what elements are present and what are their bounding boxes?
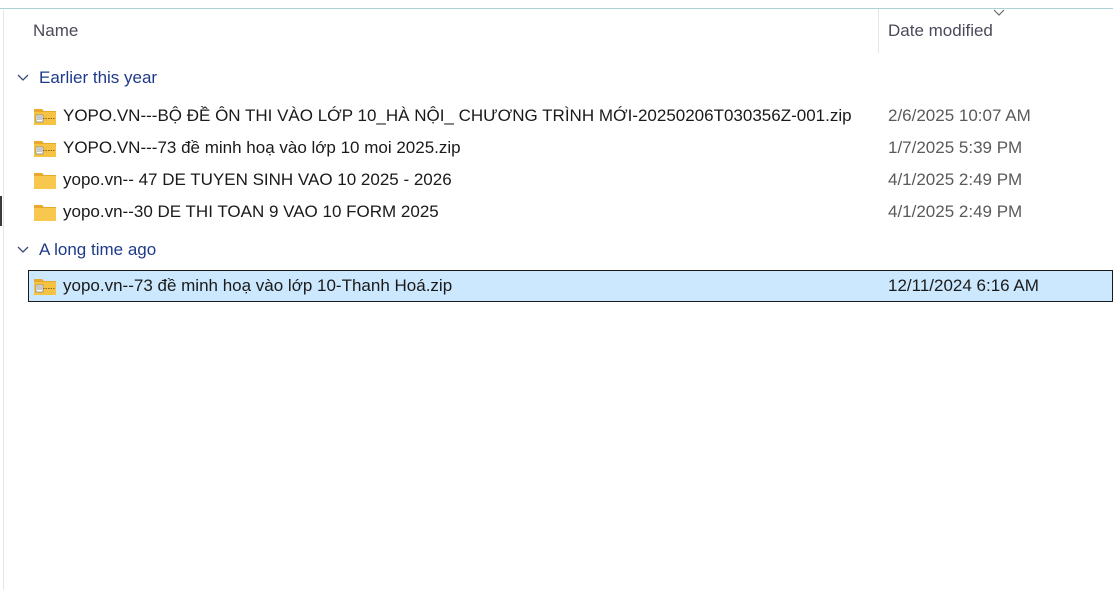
- file-date-modified: 1/7/2025 5:39 PM: [888, 138, 1023, 157]
- zip-folder-icon: [34, 109, 56, 125]
- file-date-modified: 12/11/2024 6:16 AM: [888, 276, 1039, 295]
- sort-descending-icon: [993, 9, 1005, 16]
- zip-folder-icon: [34, 279, 56, 295]
- group-label: Earlier this year: [39, 68, 158, 87]
- file-date-modified: 2/6/2025 10:07 AM: [888, 106, 1031, 125]
- file-name: yopo.vn--73 đề minh hoạ vào lớp 10-Thanh…: [63, 276, 453, 295]
- folder-row[interactable]: yopo.vn-- 47 DE TUYEN SINH VAO 10 2025 -…: [28, 164, 1113, 196]
- group-header-a-long-time-ago[interactable]: A long time ago: [0, 236, 1113, 264]
- file-date-modified: 4/1/2025 2:49 PM: [888, 170, 1023, 189]
- file-row[interactable]: YOPO.VN---BỘ ĐỀ ÔN THI VÀO LỚP 10_HÀ NỘI…: [28, 100, 1113, 132]
- file-name: YOPO.VN---73 đề minh hoạ vào lớp 10 moi …: [63, 138, 461, 157]
- column-header: Name Date modified: [0, 9, 1113, 53]
- folder-icon: [34, 205, 56, 221]
- file-name: yopo.vn-- 47 DE TUYEN SINH VAO 10 2025 -…: [63, 170, 452, 189]
- column-separator[interactable]: [878, 9, 879, 53]
- chevron-down-icon: [17, 246, 29, 253]
- column-header-name[interactable]: Name: [33, 21, 78, 41]
- file-row-selected[interactable]: yopo.vn--73 đề minh hoạ vào lớp 10-Thanh…: [28, 270, 1113, 302]
- folder-row[interactable]: yopo.vn--30 DE THI TOAN 9 VAO 10 FORM 20…: [28, 196, 1113, 228]
- pane-resize-handle[interactable]: [0, 196, 2, 226]
- file-row[interactable]: YOPO.VN---73 đề minh hoạ vào lớp 10 moi …: [28, 132, 1113, 164]
- group-label: A long time ago: [39, 240, 157, 259]
- zip-folder-icon: [34, 141, 56, 157]
- file-name: yopo.vn--30 DE THI TOAN 9 VAO 10 FORM 20…: [63, 202, 439, 221]
- group-header-earlier-this-year[interactable]: Earlier this year: [0, 64, 1113, 92]
- file-date-modified: 4/1/2025 2:49 PM: [888, 202, 1023, 221]
- folder-icon: [34, 173, 56, 189]
- left-pane-edge: [3, 10, 4, 590]
- chevron-down-icon: [17, 74, 29, 81]
- file-name: YOPO.VN---BỘ ĐỀ ÔN THI VÀO LỚP 10_HÀ NỘI…: [63, 106, 852, 125]
- column-header-date-modified[interactable]: Date modified: [888, 21, 993, 41]
